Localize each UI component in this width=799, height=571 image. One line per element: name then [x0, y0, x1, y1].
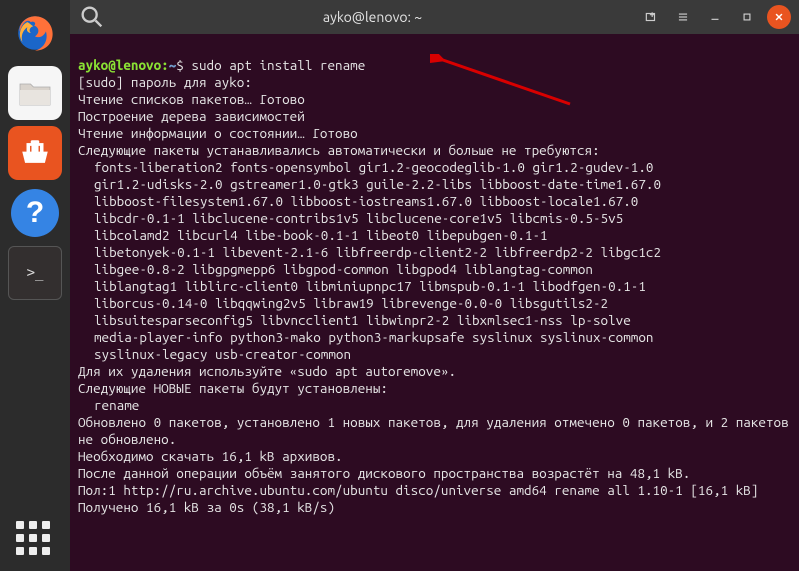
- package-list: libsuitesparseconfig5 libvncclient1 libw…: [78, 312, 791, 329]
- package-list: media-player-info python3-mako python3-m…: [78, 329, 791, 346]
- package-list: liblangtag1 liblirc-client0 libminiupnpc…: [78, 278, 791, 295]
- window-title: ayko@lenovo: ~: [114, 9, 631, 25]
- output-line: Необходимо скачать 16,1 kB архивов.: [78, 448, 343, 464]
- output-line: Для их удаления используйте «sudo apt au…: [78, 363, 456, 379]
- firefox-icon[interactable]: [8, 6, 62, 60]
- package-list: libgee-0.8-2 libgpgmepp6 libgpod-common …: [78, 261, 791, 278]
- output-line: [sudo] пароль для ayko:: [78, 74, 252, 90]
- search-icon[interactable]: [78, 5, 106, 29]
- prompt-user-host: ayko@lenovo: [78, 57, 161, 73]
- output-line: После данной операции объём занятого дис…: [78, 465, 690, 481]
- output-line: Чтение информации о состоянии… Готово: [78, 125, 358, 141]
- terminal-icon[interactable]: >_: [8, 246, 62, 300]
- terminal-window: ayko@lenovo: ~ ayko@lenovo:~$ sudo apt i…: [70, 0, 799, 571]
- output-line: Следующие пакеты устанавливались автомат…: [78, 142, 600, 158]
- package-list: syslinux-legacy usb-creator-common: [78, 346, 791, 363]
- window-titlebar: ayko@lenovo: ~: [70, 0, 799, 34]
- close-button[interactable]: [767, 5, 791, 29]
- command-text: sudo apt install rename: [191, 57, 365, 73]
- minimize-button[interactable]: [703, 5, 727, 29]
- apps-grid-button[interactable]: [16, 521, 54, 559]
- output-line: Обновлено 0 пакетов, установлено 1 новых…: [78, 414, 796, 447]
- launcher-dock: ? >_: [0, 0, 70, 571]
- output-line: Следующие НОВЫЕ пакеты будут установлены…: [78, 380, 388, 396]
- package-list: libetonyek-0.1-1 libevent-2.1-6 libfreer…: [78, 244, 791, 261]
- help-icon[interactable]: ?: [8, 186, 62, 240]
- new-tab-icon[interactable]: [639, 5, 663, 29]
- output-line: Пол:1 http://ru.archive.ubuntu.com/ubunt…: [78, 482, 758, 498]
- package-list: liborcus-0.14-0 libqqwing2v5 libraw19 li…: [78, 295, 791, 312]
- terminal-output[interactable]: ayko@lenovo:~$ sudo apt install rename […: [70, 34, 799, 571]
- menu-icon[interactable]: [671, 5, 695, 29]
- package-list: libcolamd2 libcurl4 libe-book-0.1-1 libe…: [78, 227, 791, 244]
- output-line: Получено 16,1 kB за 0s (38,1 kB/s): [78, 499, 335, 515]
- terminal-glyph: >_: [21, 261, 50, 285]
- output-line: Построение дерева зависимостей: [78, 108, 305, 124]
- package-list: libcdr-0.1-1 libclucene-contribs1v5 libc…: [78, 210, 791, 227]
- ubuntu-software-icon[interactable]: [8, 126, 62, 180]
- package-list: gir1.2-udisks-2.0 gstreamer1.0-gtk3 guil…: [78, 176, 791, 193]
- help-question-mark: ?: [11, 189, 59, 237]
- package-list: fonts-liberation2 fonts-opensymbol gir1.…: [78, 159, 791, 176]
- files-icon[interactable]: [8, 66, 62, 120]
- maximize-button[interactable]: [735, 5, 759, 29]
- package-list: libboost-filesystem1.67.0 libboost-iostr…: [78, 193, 791, 210]
- output-line: Чтение списков пакетов… Готово: [78, 91, 305, 107]
- new-package: rename: [78, 397, 791, 414]
